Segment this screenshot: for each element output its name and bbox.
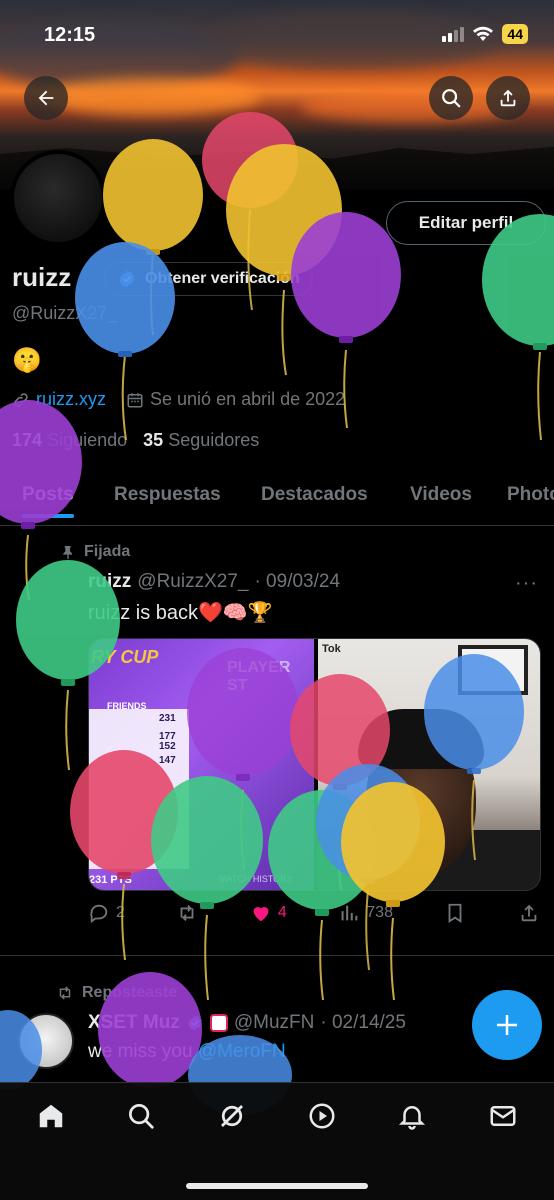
profile-handle: @RuizzX27_	[12, 303, 118, 323]
mention-link[interactable]: @MeroFN	[198, 1041, 286, 1062]
post-handle[interactable]: @RuizzX27_	[137, 571, 248, 593]
joined-date: Se unió en abril de 2022	[150, 389, 346, 409]
affiliate-badge-icon	[209, 1014, 228, 1032]
status-time: 12:15	[44, 24, 96, 46]
status-icons: 44	[442, 24, 528, 44]
tab-replies[interactable]: Respuestas	[114, 470, 221, 506]
profile-meta: ruizz.xyz Se unió en abril de 2022	[12, 389, 345, 410]
post-date: · 02/14/25	[320, 1012, 406, 1033]
nav-grok[interactable]	[217, 1101, 247, 1136]
signal-icon	[442, 26, 465, 42]
like-button[interactable]: 4	[250, 902, 287, 924]
post-header: ruizz @RuizzX27_ · 09/03/24	[88, 571, 340, 593]
compose-post-button[interactable]	[472, 990, 542, 1060]
back-button[interactable]	[24, 76, 68, 120]
wifi-icon	[473, 26, 494, 41]
post-header: XSET Muz @MuzFN · 02/14/25	[88, 1012, 406, 1034]
reply-button[interactable]: 2	[88, 902, 125, 924]
profile-website-link[interactable]: ruizz.xyz	[36, 389, 106, 410]
tab-videos[interactable]: Videos	[410, 470, 472, 506]
nav-notifications[interactable]	[397, 1101, 427, 1136]
views-button[interactable]: 738	[338, 902, 393, 924]
profile-avatar[interactable]	[10, 150, 106, 246]
tab-highlights[interactable]: Destacados	[261, 470, 368, 506]
repost-icon	[59, 986, 71, 1000]
bookmark-button[interactable]	[444, 902, 466, 924]
tab-photos[interactable]: Photos	[507, 470, 554, 506]
reply-icon	[90, 904, 108, 924]
post-actions: 2 4 738	[88, 902, 540, 924]
bell-icon	[399, 1106, 426, 1130]
arrow-left-icon	[38, 90, 54, 106]
calendar-icon	[127, 392, 143, 407]
post-author-avatar[interactable]	[18, 1013, 74, 1069]
follow-stats: 174 Siguiendo 35 Seguidores	[12, 430, 259, 451]
followers-link[interactable]: 35 Seguidores	[143, 430, 259, 451]
get-verified-button[interactable]: Obtener verificación	[104, 262, 313, 296]
bookmark-icon	[449, 903, 462, 923]
search-button[interactable]	[429, 76, 473, 120]
post-date: · 09/03/24	[254, 571, 341, 592]
link-icon	[14, 392, 28, 407]
media-image-video[interactable]: Tok	[318, 639, 540, 890]
search-icon	[442, 89, 461, 108]
get-verified-label: Obtener verificación	[145, 270, 300, 287]
status-bar: 12:15 44	[0, 0, 554, 64]
search-icon	[129, 1104, 155, 1129]
pinned-indicator: Fijada	[60, 543, 130, 561]
profile-tabs: Posts Respuestas Destacados Videos Photo…	[0, 470, 554, 526]
home-indicator	[186, 1183, 368, 1189]
repost-icon	[180, 905, 194, 921]
post-text: we miss you @MeroFN	[88, 1041, 286, 1062]
home-icon	[39, 1104, 63, 1128]
nav-messages[interactable]	[488, 1101, 518, 1136]
profile-bio: 🤫	[12, 347, 42, 374]
nav-home[interactable]	[36, 1101, 66, 1136]
share-button[interactable]	[486, 76, 530, 120]
pin-icon	[63, 546, 72, 560]
profile-name: ruizz	[12, 262, 72, 292]
post-author[interactable]: XSET Muz	[88, 1012, 180, 1034]
battery-indicator: 44	[502, 24, 528, 44]
verified-badge-icon	[119, 270, 135, 288]
balloon-icon	[482, 214, 554, 441]
post-media[interactable]: RY CUP PLAYER ST FRIENDS 231 177 152 147…	[88, 638, 541, 891]
plus-icon	[497, 1015, 517, 1035]
post-handle[interactable]: @MuzFN	[234, 1012, 315, 1034]
following-link[interactable]: 174 Siguiendo	[12, 430, 127, 451]
nav-video[interactable]	[307, 1101, 337, 1136]
share-icon	[521, 904, 537, 922]
post-author[interactable]: ruizz	[88, 571, 131, 593]
nav-explore[interactable]	[126, 1101, 156, 1136]
mail-icon	[490, 1106, 516, 1126]
views-icon	[341, 905, 358, 921]
post-text: ruizz is back❤️🧠🏆	[88, 602, 273, 624]
heart-icon	[253, 907, 269, 922]
grok-icon	[220, 1105, 243, 1127]
tab-posts[interactable]: Posts	[22, 470, 74, 518]
post-more-button[interactable]: ···	[515, 572, 538, 595]
post-divider	[0, 955, 554, 956]
verified-badge-icon	[188, 1015, 202, 1031]
share-post-button[interactable]	[518, 902, 540, 924]
edit-profile-button[interactable]: Editar perfil	[386, 201, 546, 245]
video-icon	[309, 1103, 335, 1129]
share-icon	[500, 89, 516, 107]
media-image-stats[interactable]: RY CUP PLAYER ST FRIENDS 231 177 152 147…	[89, 639, 314, 890]
repost-button[interactable]	[176, 902, 198, 924]
repost-indicator: Reposteaste	[56, 984, 177, 1002]
